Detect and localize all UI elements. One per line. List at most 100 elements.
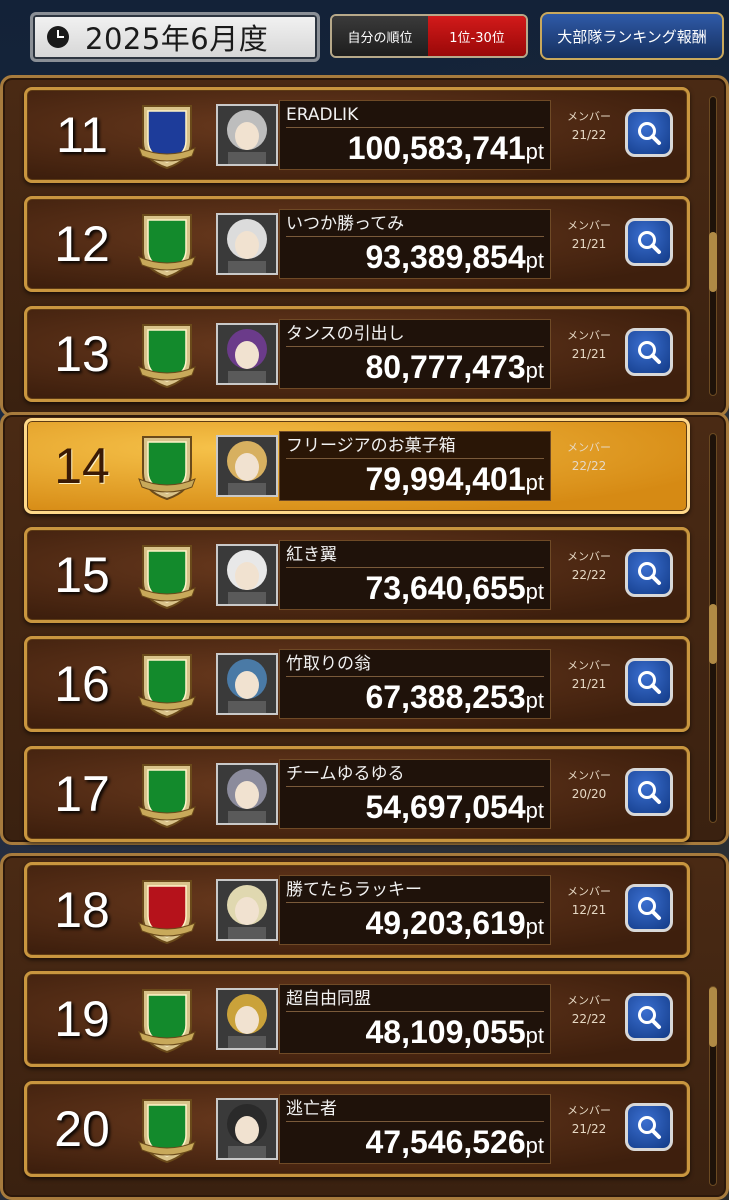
search-icon [638,341,661,364]
team-name: 竹取りの翁 [286,652,544,677]
period-label: 2025年6月度 [85,22,269,56]
team-info-panel: フリージアのお菓子箱 79,994,401pt [279,431,551,501]
member-count: 20/20 [571,787,607,801]
ranking-row[interactable]: 11 ERADLIK 100,583,741pt メンバー 21/22 [24,87,690,183]
team-info-panel: タンスの引出し 80,777,473pt [279,319,551,389]
score-unit: pt [525,1023,544,1048]
ranking-row[interactable]: 13 タンスの引出し 80,777,473pt メンバー 21/21 [24,306,690,402]
clock-icon [47,26,69,48]
scrollbar[interactable] [709,96,717,396]
score-value: 47,546,526 [365,1124,526,1160]
member-label: メンバー [567,994,611,1007]
rank-number: 11 [56,107,108,163]
ranking-row[interactable]: 12 いつか勝ってみ 93,389,854pt メンバー 21/21 [24,196,690,292]
grade-b-crest-icon [137,433,197,501]
search-icon [638,562,661,585]
team-score: 73,640,655pt [365,567,544,609]
score-value: 100,583,741 [347,130,526,166]
leader-avatar [216,879,278,941]
team-search-button[interactable] [625,993,673,1041]
member-count: 21/22 [571,1122,607,1136]
rank-number: 13 [54,326,110,382]
team-name: 勝てたらラッキー [286,878,544,903]
search-icon [638,231,661,254]
scroll-thumb[interactable] [709,987,717,1047]
rank-number: 15 [54,547,110,603]
search-icon [638,897,661,920]
score-unit: pt [525,579,544,604]
score-unit: pt [525,798,544,823]
ranking-row[interactable]: 20 逃亡者 47,546,526pt メンバー 21/22 [24,1081,690,1177]
scroll-thumb[interactable] [709,232,717,292]
leader-avatar [216,323,278,385]
ranking-row[interactable]: 18 勝てたらラッキー 49,203,619pt メンバー 12/21 [24,862,690,958]
scrollbar[interactable] [709,433,717,823]
period-display: 2025年6月度 [30,12,320,62]
leader-avatar [216,763,278,825]
team-search-button[interactable] [625,218,673,266]
rank-number: 19 [54,991,110,1047]
member-label: メンバー [567,441,611,454]
team-score: 93,389,854pt [365,236,544,278]
member-count: 22/22 [571,568,607,582]
team-search-button[interactable] [625,658,673,706]
member-count: 22/22 [571,1012,607,1026]
team-info-panel: 竹取りの翁 67,388,253pt [279,649,551,719]
search-icon [638,671,661,694]
member-label: メンバー [567,329,611,342]
team-score: 48,109,055pt [365,1011,544,1053]
rank-number: 12 [54,216,110,272]
member-count: 22/22 [571,459,607,473]
leader-avatar [216,104,278,166]
team-score: 100,583,741pt [348,127,544,169]
grade-b-crest-icon [137,211,197,279]
leader-avatar [216,653,278,715]
rank-number: 16 [54,656,110,712]
score-value: 54,697,054 [365,789,526,825]
ranking-row[interactable]: 19 超自由同盟 48,109,055pt メンバー 22/22 [24,971,690,1067]
grade-b-crest-icon [137,986,197,1054]
team-info-panel: チームゆるゆる 54,697,054pt [279,759,551,829]
score-value: 79,994,401 [365,461,526,497]
member-label: メンバー [567,219,611,232]
team-score: 49,203,619pt [365,902,544,944]
search-icon [638,1006,661,1029]
team-search-button[interactable] [625,549,673,597]
score-value: 67,388,253 [365,679,526,715]
team-search-button[interactable] [625,1103,673,1151]
member-label: メンバー [567,659,611,672]
rank-number: 14 [54,438,110,494]
ranking-row[interactable]: 16 竹取りの翁 67,388,253pt メンバー 21/21 [24,636,690,732]
search-icon [638,781,661,804]
grade-b-crest-icon [137,761,197,829]
team-search-button[interactable] [625,109,673,157]
my-rank-value: 1位-30位 [428,16,526,56]
team-search-button[interactable] [625,768,673,816]
score-unit: pt [525,358,544,383]
score-unit: pt [525,139,544,164]
ranking-row[interactable]: 15 紅き翼 73,640,655pt メンバー 22/22 [24,527,690,623]
team-info-panel: ERADLIK 100,583,741pt [279,100,551,170]
ranking-reward-button[interactable]: 大部隊ランキング報酬 [540,12,724,60]
my-rank-box: 自分の順位 1位-30位 [330,14,528,58]
member-count: 21/22 [571,128,607,142]
team-name: タンスの引出し [286,322,544,347]
member-count: 21/21 [571,347,607,361]
team-name: チームゆるゆる [286,762,544,787]
team-name: 紅き翼 [286,543,544,568]
leader-avatar [216,1098,278,1160]
member-count: 21/21 [571,677,607,691]
score-value: 49,203,619 [365,905,526,941]
team-info-panel: 超自由同盟 48,109,055pt [279,984,551,1054]
ranking-row[interactable]: 14 フリージアのお菓子箱 79,994,401pt メンバー 22/22 [24,418,690,514]
team-search-button[interactable] [625,884,673,932]
scrollbar[interactable] [709,986,717,1186]
scroll-thumb[interactable] [709,604,717,664]
ranking-row[interactable]: 17 チームゆるゆる 54,697,054pt メンバー 20/20 [24,746,690,842]
rank-number: 20 [54,1101,110,1157]
team-name: 超自由同盟 [286,987,544,1012]
header: 2025年6月度 自分の順位 1位-30位 大部隊ランキング報酬 [0,0,729,72]
member-label: メンバー [567,769,611,782]
team-search-button[interactable] [625,328,673,376]
team-score: 67,388,253pt [365,676,544,718]
